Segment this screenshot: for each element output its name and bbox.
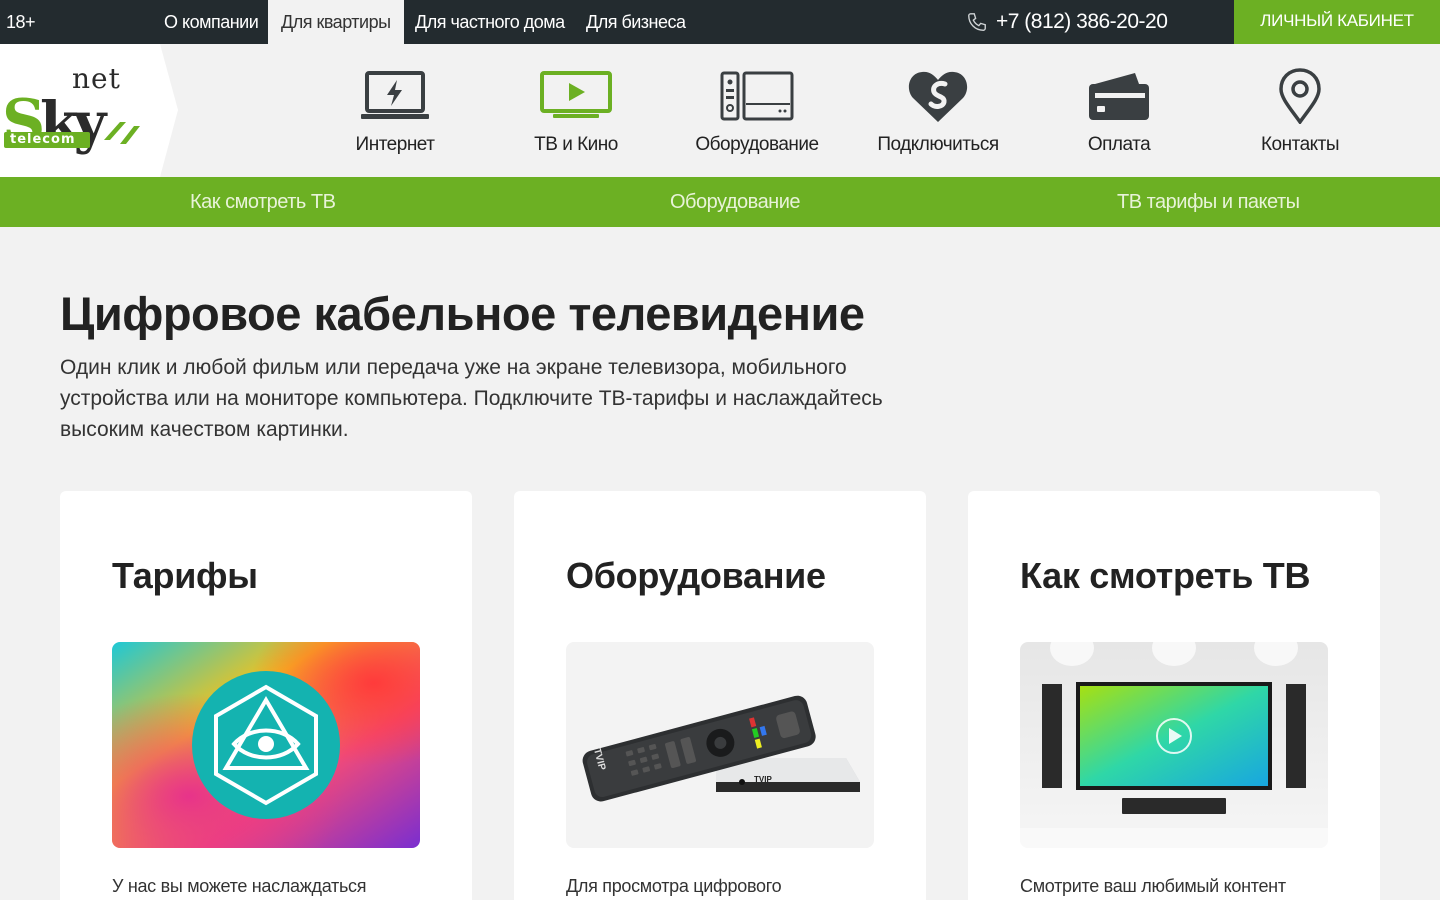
menu-internet[interactable]: Интернет xyxy=(310,44,480,177)
page-title: Цифровое кабельное телевидение xyxy=(60,287,865,340)
menu-connect-label: Подключиться xyxy=(877,134,999,155)
personal-account-button[interactable]: ЛИЧНЫЙ КАБИНЕТ xyxy=(1234,0,1440,44)
top-nav-about[interactable]: О компании xyxy=(152,0,270,44)
phone-number: +7 (812) 386-20-20 xyxy=(996,10,1168,33)
header: S ky net telecom Интернет ТВ и Кино Обор… xyxy=(0,44,1440,177)
card-equipment[interactable]: Оборудование TVIP TVIP Для просмотра циф… xyxy=(514,491,926,900)
menu-equipment[interactable]: Оборудование xyxy=(672,44,842,177)
menu-internet-label: Интернет xyxy=(355,134,435,155)
card-equipment-text: Для просмотра цифрового xyxy=(566,876,782,896)
phone-link[interactable]: +7 (812) 386-20-20 xyxy=(966,0,1168,44)
subnav-equipment[interactable]: Оборудование xyxy=(670,177,801,227)
logo-net: net xyxy=(72,62,121,95)
laptop-icon xyxy=(361,71,429,119)
card-tariffs[interactable]: Тарифы У нас вы можете наслаждаться xyxy=(60,491,472,900)
tv-subnav: Как смотреть ТВ Оборудование ТВ тарифы и… xyxy=(0,177,1440,227)
top-nav-business[interactable]: Для бизнеса xyxy=(574,0,698,44)
subnav-tariffs[interactable]: ТВ тарифы и пакеты xyxy=(1117,177,1300,227)
top-nav-apartment[interactable]: Для квартиры xyxy=(268,0,404,44)
remote-and-settop-box-image: TVIP TVIP xyxy=(566,642,874,848)
equipment-icon xyxy=(720,71,794,121)
logo-telecom: telecom xyxy=(10,132,76,147)
card-equipment-title: Оборудование xyxy=(566,555,826,596)
phone-icon xyxy=(968,13,986,31)
card-how-to-watch-title: Как смотреть ТВ xyxy=(1020,555,1311,596)
wallet-icon xyxy=(1089,73,1149,120)
top-bar: 18+ О компании Для квартиры Для частного… xyxy=(0,0,1440,44)
age-rating: 18+ xyxy=(6,12,36,32)
subnav-how-to-watch[interactable]: Как смотреть ТВ xyxy=(190,177,336,227)
menu-payment-label: Оплата xyxy=(1087,134,1151,155)
menu-payment[interactable]: Оплата xyxy=(1034,44,1204,177)
top-nav-private-house[interactable]: Для частного дома xyxy=(403,0,577,44)
menu-contacts-label: Контакты xyxy=(1260,134,1340,155)
page-description: Один клик и любой фильм или передача уже… xyxy=(60,356,883,441)
tv-icon xyxy=(540,71,612,118)
menu-connect[interactable]: Подключиться xyxy=(853,44,1023,177)
card-how-to-watch-text: Смотрите ваш любимый контент xyxy=(1020,876,1286,896)
card-tariffs-text: У нас вы можете наслаждаться xyxy=(112,876,367,896)
menu-contacts[interactable]: Контакты xyxy=(1215,44,1385,177)
eye-emblem-image xyxy=(112,642,420,848)
card-how-to-watch[interactable]: Как смотреть ТВ Смотрите ваш любимый кон… xyxy=(968,491,1380,900)
menu-tv-label: ТВ и Кино xyxy=(534,134,618,155)
card-tariffs-title: Тарифы xyxy=(112,555,258,596)
box-brand-label: TVIP xyxy=(754,775,772,784)
heart-connect-icon xyxy=(908,71,968,122)
tv-on-wall-image xyxy=(1020,642,1328,848)
map-pin-icon xyxy=(1279,68,1321,124)
menu-equipment-label: Оборудование xyxy=(695,134,819,155)
menu-tv[interactable]: ТВ и Кино xyxy=(491,44,661,177)
logo[interactable]: S ky net telecom xyxy=(0,44,180,177)
